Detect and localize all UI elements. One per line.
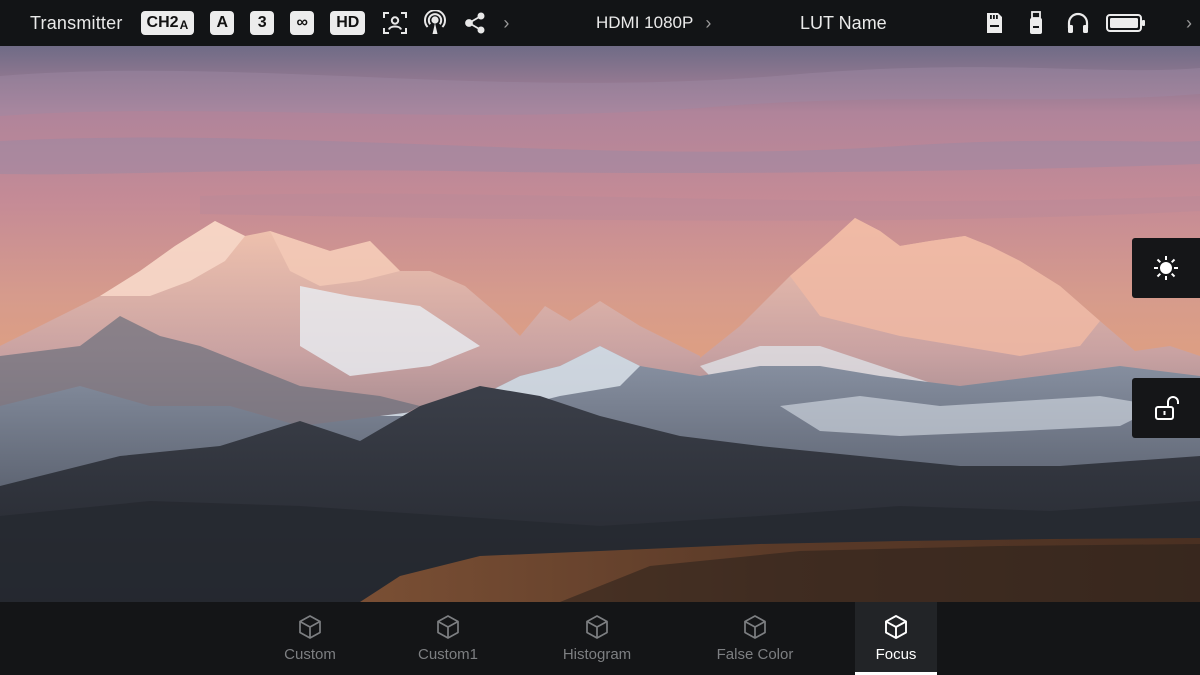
tab-histogram-label: Histogram: [562, 646, 632, 663]
device-mode-label[interactable]: Transmitter: [30, 13, 123, 34]
tab-custom1-label: Custom1: [417, 646, 479, 663]
tab-focus-label: Focus: [875, 646, 917, 663]
tab-custom-label: Custom: [284, 646, 336, 663]
lut-name[interactable]: LUT Name: [800, 0, 887, 46]
tab-false-color-label: False Color: [716, 646, 794, 663]
mountain-landscape-image: [0, 46, 1200, 602]
toolbar-more-chevron[interactable]: ›: [503, 13, 509, 34]
loop-badge[interactable]: ∞: [290, 11, 315, 35]
cube-icon: [299, 615, 321, 639]
input-signal-label: HDMI 1080P: [596, 13, 694, 32]
battery-icon: [1106, 9, 1146, 37]
brightness-icon: [1154, 256, 1178, 280]
channel-sub-label: A: [179, 18, 189, 32]
cube-icon: [885, 615, 907, 639]
cube-icon: [586, 615, 608, 639]
usb-drive-icon[interactable]: [1022, 9, 1050, 37]
input-signal[interactable]: HDMI 1080P ›: [596, 0, 711, 46]
count-badge[interactable]: 3: [250, 11, 275, 35]
brightness-button[interactable]: [1132, 238, 1200, 298]
cube-icon: [437, 615, 459, 639]
broadcast-icon[interactable]: [421, 9, 449, 37]
headphones-icon[interactable]: [1064, 9, 1092, 37]
channel-main-label: CH2: [146, 14, 179, 31]
face-detect-icon[interactable]: [381, 9, 409, 37]
unlock-icon: [1155, 396, 1179, 420]
sd-card-icon[interactable]: [980, 9, 1008, 37]
input-signal-chevron: ›: [705, 12, 712, 33]
live-video-preview[interactable]: [0, 46, 1200, 602]
status-icons: ›: [980, 0, 1192, 46]
tab-focus[interactable]: Focus: [855, 602, 937, 675]
channel-badge[interactable]: CH2 A: [140, 11, 195, 35]
mode-a-badge[interactable]: A: [210, 11, 235, 35]
bottom-tab-bar: Custom Custom1 Histogram False Color Foc…: [0, 602, 1200, 675]
top-status-bar: Transmitter CH2A A 3 ∞ HD › HDMI 1080P: [0, 0, 1200, 46]
tab-custom1[interactable]: Custom1: [393, 602, 503, 675]
tab-custom[interactable]: Custom: [255, 602, 365, 675]
cube-icon: [744, 615, 766, 639]
tab-false-color[interactable]: False Color: [700, 602, 810, 675]
share-node-icon[interactable]: [461, 9, 489, 37]
lock-button[interactable]: [1132, 378, 1200, 438]
tab-histogram[interactable]: Histogram: [542, 602, 652, 675]
status-more-chevron[interactable]: ›: [1186, 13, 1192, 34]
hd-badge[interactable]: HD: [330, 11, 366, 35]
